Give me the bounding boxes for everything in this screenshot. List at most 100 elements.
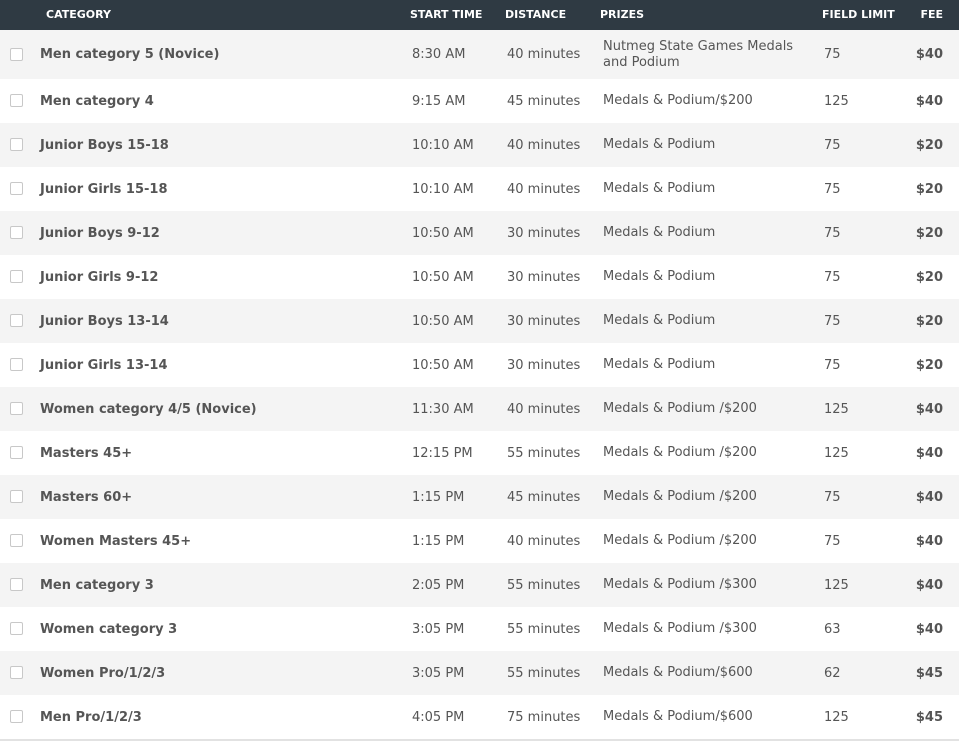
prizes: Medals & Podium — [603, 269, 716, 284]
column-header-fee[interactable]: FEE — [920, 8, 943, 21]
start-time: 10:50 AM — [412, 313, 474, 329]
category-name: Women category 4/5 (Novice) — [40, 401, 257, 417]
fee: $40 — [915, 445, 943, 461]
distance: 40 minutes — [507, 137, 581, 153]
prizes: Medals & Podium /$200 — [603, 489, 757, 504]
distance: 40 minutes — [507, 401, 581, 417]
row-select-checkbox[interactable] — [10, 666, 23, 679]
category-name: Men category 5 (Novice) — [40, 47, 220, 62]
field-limit: 75 — [824, 137, 841, 153]
distance: 40 minutes — [507, 181, 581, 197]
table-row: Men category 5 (Novice) 8:30 AM 40 minut… — [0, 30, 959, 79]
prizes: Medals & Podium /$300 — [603, 621, 757, 636]
start-time: 2:05 PM — [412, 577, 465, 593]
fee: $40 — [915, 621, 943, 637]
prizes: Medals & Podium/$600 — [603, 709, 753, 724]
prizes: Medals & Podium /$200 — [603, 445, 757, 460]
table-row: Junior Girls 9-12 10:50 AM 30 minutes Me… — [0, 255, 959, 299]
distance: 30 minutes — [507, 225, 581, 241]
fee: $45 — [915, 665, 943, 681]
field-limit: 63 — [824, 621, 841, 637]
row-select-checkbox[interactable] — [10, 710, 23, 723]
start-time: 12:15 PM — [412, 445, 473, 461]
row-select-checkbox[interactable] — [10, 490, 23, 503]
field-limit: 75 — [824, 533, 841, 549]
distance: 45 minutes — [507, 93, 581, 109]
start-time: 9:15 AM — [412, 93, 466, 109]
category-name: Junior Girls 13-14 — [40, 357, 168, 373]
category-name: Masters 45+ — [40, 445, 133, 461]
category-name: Men Pro/1/2/3 — [40, 709, 142, 725]
table-header: CATEGORY START TIME DISTANCE PRIZES FIEL… — [0, 0, 959, 30]
table-row: Women category 4/5 (Novice) 11:30 AM 40 … — [0, 387, 959, 431]
category-name: Men category 3 — [40, 577, 154, 593]
fee: $40 — [915, 533, 943, 549]
column-header-category[interactable]: CATEGORY — [46, 8, 111, 21]
row-select-checkbox[interactable] — [10, 402, 23, 415]
row-select-checkbox[interactable] — [10, 94, 23, 107]
prizes: Medals & Podium/$200 — [603, 93, 753, 108]
category-name: Women Pro/1/2/3 — [40, 665, 166, 681]
race-categories-table: CATEGORY START TIME DISTANCE PRIZES FIEL… — [0, 0, 959, 741]
distance: 55 minutes — [507, 621, 581, 637]
table-row: Masters 60+ 1:15 PM 45 minutes Medals & … — [0, 475, 959, 519]
prizes: Nutmeg State Games Medals and Podium — [603, 38, 794, 70]
fee: $40 — [915, 577, 943, 593]
row-select-checkbox[interactable] — [10, 534, 23, 547]
start-time: 11:30 AM — [412, 401, 474, 417]
category-name: Junior Girls 15-18 — [40, 181, 168, 197]
row-select-checkbox[interactable] — [10, 47, 23, 61]
prizes: Medals & Podium /$300 — [603, 577, 757, 592]
table-row: Women Pro/1/2/3 3:05 PM 55 minutes Medal… — [0, 651, 959, 695]
row-select-checkbox[interactable] — [10, 270, 23, 283]
start-time: 4:05 PM — [412, 709, 465, 725]
row-select-checkbox[interactable] — [10, 182, 23, 195]
start-time: 10:50 AM — [412, 269, 474, 285]
row-select-checkbox[interactable] — [10, 358, 23, 371]
fee: $40 — [915, 489, 943, 505]
category-name: Women Masters 45+ — [40, 533, 192, 549]
column-header-start-time[interactable]: START TIME — [410, 8, 482, 21]
prizes: Medals & Podium /$200 — [603, 533, 757, 548]
start-time: 1:15 PM — [412, 533, 465, 549]
table-row: Junior Boys 15-18 10:10 AM 40 minutes Me… — [0, 123, 959, 167]
field-limit: 75 — [824, 225, 841, 241]
column-header-field-limit[interactable]: FIELD LIMIT — [822, 8, 895, 21]
row-select-checkbox[interactable] — [10, 622, 23, 635]
fee: $20 — [915, 137, 943, 153]
field-limit: 75 — [824, 269, 841, 285]
distance: 75 minutes — [507, 709, 581, 725]
row-select-checkbox[interactable] — [10, 314, 23, 327]
table-row: Men category 3 2:05 PM 55 minutes Medals… — [0, 563, 959, 607]
row-select-checkbox[interactable] — [10, 226, 23, 239]
start-time: 8:30 AM — [412, 47, 466, 62]
category-name: Women category 3 — [40, 621, 178, 637]
row-select-checkbox[interactable] — [10, 138, 23, 151]
fee: $45 — [915, 709, 943, 725]
start-time: 3:05 PM — [412, 665, 465, 681]
start-time: 3:05 PM — [412, 621, 465, 637]
table-row: Women category 3 3:05 PM 55 minutes Meda… — [0, 607, 959, 651]
table-row: Men category 4 9:15 AM 45 minutes Medals… — [0, 79, 959, 123]
table-row: Junior Girls 15-18 10:10 AM 40 minutes M… — [0, 167, 959, 211]
table-row: Junior Boys 13-14 10:50 AM 30 minutes Me… — [0, 299, 959, 343]
distance: 40 minutes — [507, 47, 581, 62]
prizes: Medals & Podium /$200 — [603, 401, 757, 416]
field-limit: 62 — [824, 665, 841, 681]
prizes: Medals & Podium — [603, 313, 716, 328]
column-header-distance[interactable]: DISTANCE — [505, 8, 566, 21]
row-select-checkbox[interactable] — [10, 578, 23, 591]
prizes: Medals & Podium — [603, 137, 716, 152]
category-name: Masters 60+ — [40, 489, 133, 505]
fee: $40 — [915, 47, 943, 62]
field-limit: 125 — [824, 577, 849, 593]
category-name: Junior Boys 15-18 — [40, 137, 169, 153]
column-header-prizes[interactable]: PRIZES — [600, 8, 644, 21]
distance: 40 minutes — [507, 533, 581, 549]
fee: $20 — [915, 269, 943, 285]
fee: $20 — [915, 313, 943, 329]
row-select-checkbox[interactable] — [10, 446, 23, 459]
distance: 55 minutes — [507, 445, 581, 461]
table-row: Junior Boys 9-12 10:50 AM 30 minutes Med… — [0, 211, 959, 255]
field-limit: 75 — [824, 313, 841, 329]
